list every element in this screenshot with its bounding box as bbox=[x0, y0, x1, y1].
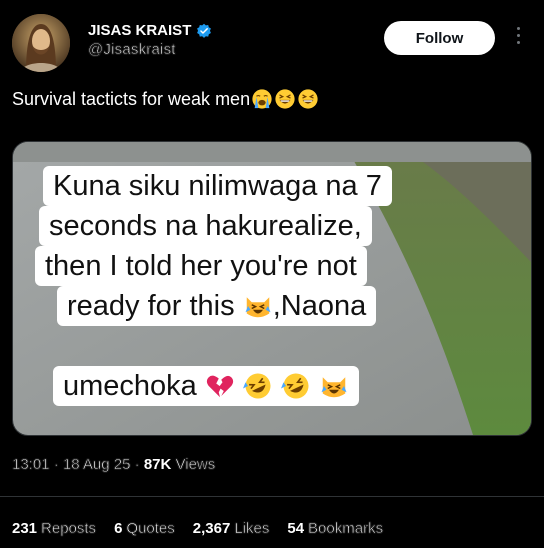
verified-badge-icon bbox=[197, 23, 212, 38]
video-caption: Kuna siku nilimwaga na 7 seconds na haku… bbox=[31, 160, 443, 422]
quotes-count: 6 bbox=[114, 520, 123, 537]
views-count: 87K bbox=[143, 456, 172, 473]
reposts-count: 231 bbox=[12, 520, 38, 537]
grinning-squinting-face-icon bbox=[298, 89, 318, 109]
tweet-date[interactable]: 18 Aug 25 bbox=[63, 456, 131, 474]
rolling-on-floor-laughing-icon bbox=[242, 373, 271, 399]
cat-with-tears-of-joy-icon bbox=[245, 297, 271, 318]
bookmarks-stat[interactable]: 54 Bookmarks bbox=[287, 520, 384, 538]
tweet-text-content: Survival tacticts for weak men bbox=[12, 88, 251, 109]
likes-stat[interactable]: 2,367 Likes bbox=[192, 520, 270, 538]
meta-separator: · bbox=[53, 456, 63, 474]
caption-line-6-text: umechoka bbox=[63, 370, 197, 402]
bookmarks-count: 54 bbox=[287, 520, 305, 537]
tweet-media-video[interactable]: Kuna siku nilimwaga na 7 seconds na haku… bbox=[12, 141, 532, 436]
quotes-label: Quotes bbox=[126, 520, 175, 538]
reposts-label: Reposts bbox=[41, 520, 97, 538]
meta-separator: · bbox=[134, 456, 144, 474]
tweet-header: JISAS KRAIST @Jisaskraist Follow bbox=[12, 14, 532, 72]
caption-line-4: ready for this ,Naona bbox=[57, 286, 377, 326]
loudly-crying-face-icon bbox=[252, 89, 272, 109]
jesus-portrait-avatar-icon bbox=[12, 14, 70, 72]
likes-label: Likes bbox=[234, 520, 270, 538]
follow-button[interactable]: Follow bbox=[384, 21, 495, 55]
vertical-ellipsis-icon[interactable] bbox=[514, 27, 522, 49]
broken-heart-icon bbox=[206, 375, 233, 398]
display-name[interactable]: JISAS KRAIST bbox=[88, 22, 191, 39]
caption-line-2: seconds na hakurealize, bbox=[39, 206, 372, 246]
caption-line-6: umechoka bbox=[53, 366, 360, 406]
handle[interactable]: @Jisaskraist bbox=[88, 41, 212, 59]
grinning-squinting-face-icon bbox=[275, 89, 295, 109]
bookmarks-label: Bookmarks bbox=[308, 520, 384, 538]
quotes-stat[interactable]: 6 Quotes bbox=[114, 520, 175, 538]
caption-line-4-text-a: ready for this bbox=[67, 290, 235, 322]
reposts-stat[interactable]: 231 Reposts bbox=[12, 520, 97, 538]
tweet-meta: 13:01 · 18 Aug 25 · 87K Views bbox=[12, 456, 216, 474]
divider bbox=[0, 496, 544, 497]
tweet-time[interactable]: 13:01 bbox=[12, 456, 50, 474]
display-name-row[interactable]: JISAS KRAIST bbox=[88, 22, 212, 39]
caption-line-1: Kuna siku nilimwaga na 7 bbox=[43, 166, 392, 206]
engagement-stats: 231 Reposts 6 Quotes 2,367 Likes 54 Bookmark… bbox=[12, 520, 384, 538]
tweet-text: Survival tacticts for weak men bbox=[12, 88, 319, 110]
views-label: Views bbox=[175, 456, 216, 474]
caption-line-3: then I told her you're not bbox=[35, 246, 367, 286]
avatar[interactable] bbox=[12, 14, 70, 72]
rolling-on-floor-laughing-icon bbox=[281, 373, 309, 399]
likes-count: 2,367 bbox=[192, 520, 231, 537]
cat-with-tears-of-joy-icon bbox=[321, 377, 347, 398]
caption-line-4-text-b: ,Naona bbox=[272, 290, 367, 322]
